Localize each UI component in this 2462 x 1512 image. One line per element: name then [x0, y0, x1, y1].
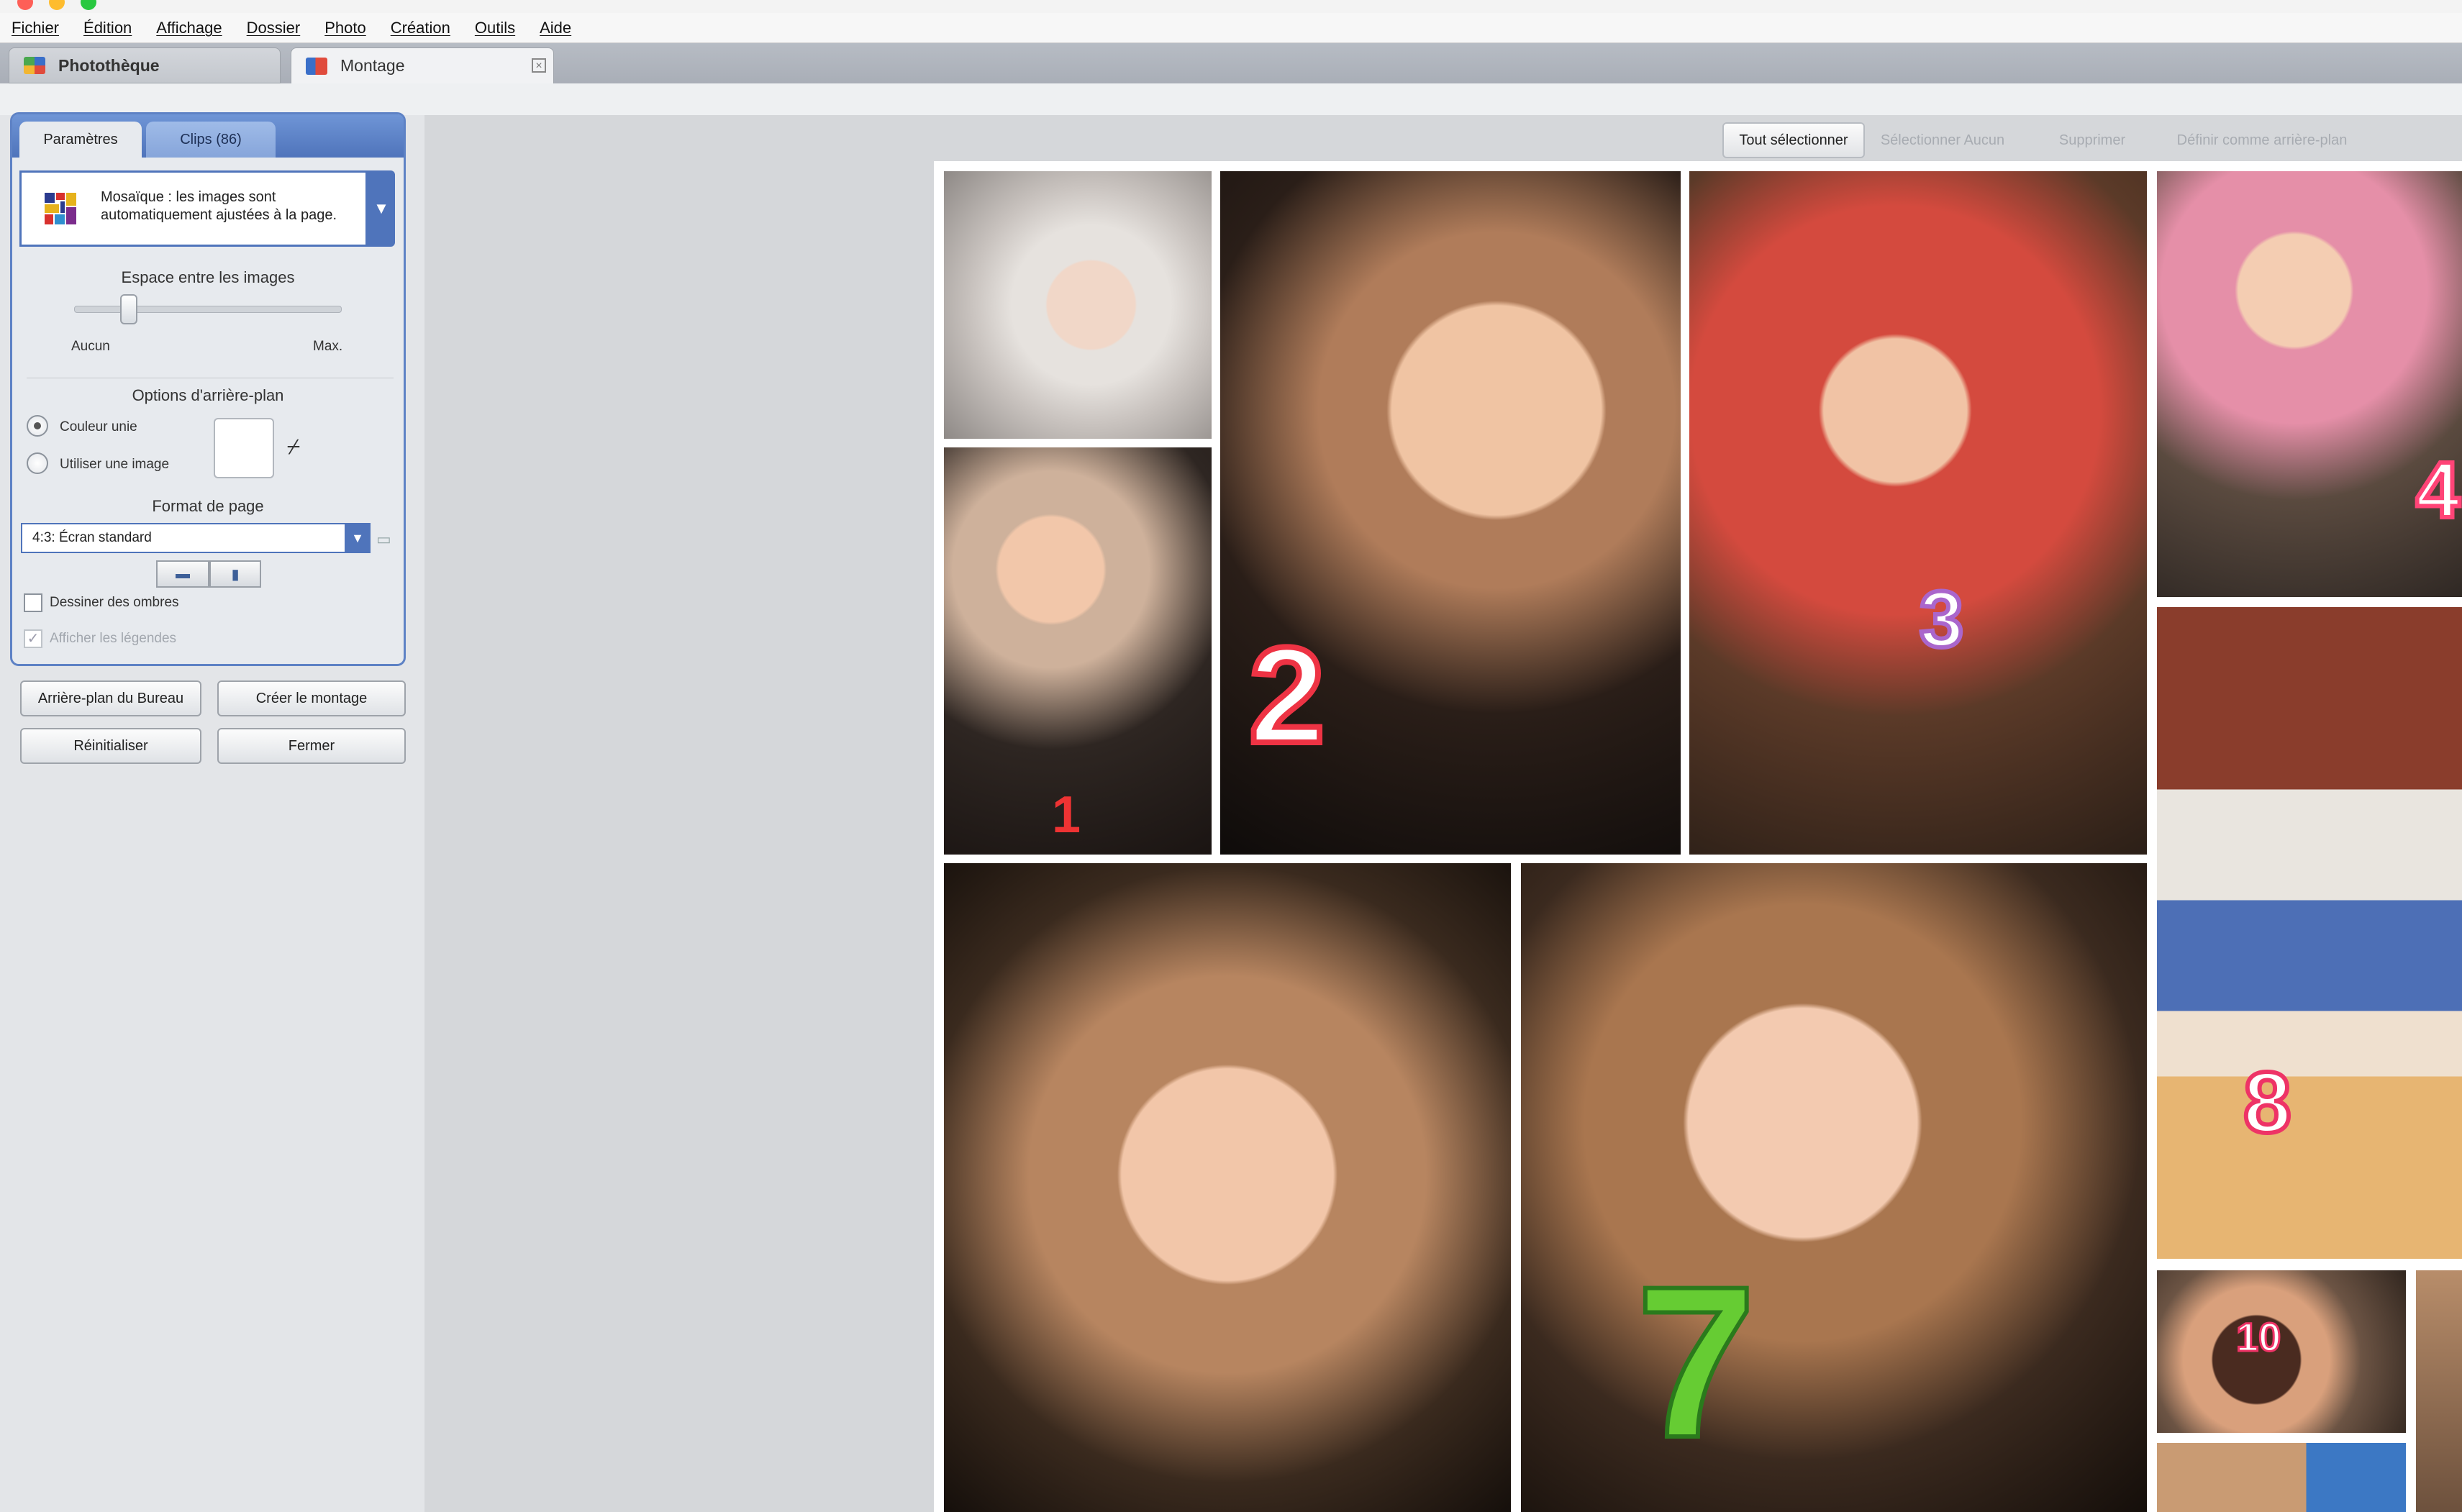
tab-close-icon[interactable]: ×: [532, 58, 546, 73]
photo-numeral: 1: [1052, 786, 1081, 844]
close-window-icon[interactable]: [17, 0, 33, 10]
photo-partial-right[interactable]: [2416, 1270, 2462, 1512]
desktop-background-button-label: Arrière-plan du Bureau: [37, 690, 184, 706]
photo-numeral: 10: [2235, 1313, 2281, 1361]
photo-girl-cake-3[interactable]: 3: [1689, 171, 2147, 855]
zoom-window-icon[interactable]: [81, 0, 96, 10]
photo-girl-10-cake[interactable]: 10: [2157, 1270, 2406, 1433]
draw-shadows-checkbox[interactable]: [24, 593, 42, 612]
spacing-slider-track[interactable]: [74, 306, 342, 313]
eyedropper-icon[interactable]: ⌿: [287, 435, 300, 460]
spacing-min-label: Aucun: [71, 339, 110, 354]
spacing-max-label: Max.: [313, 339, 343, 354]
menu-photo[interactable]: Photo: [324, 19, 366, 37]
photo-numeral: 4: [2414, 444, 2462, 537]
set-background-button[interactable]: Définir comme arrière-plan: [2168, 122, 2356, 158]
tab-clips[interactable]: Clips (86): [146, 122, 276, 158]
close-button-label: Fermer: [288, 737, 335, 754]
layout-style-description: Mosaïque : les images sont automatiqueme…: [101, 189, 337, 223]
photo-girl-pink-4[interactable]: 4: [2157, 171, 2462, 597]
orientation-landscape-button[interactable]: ▬: [156, 560, 209, 588]
tab-parametres-label: Paramètres: [43, 131, 118, 147]
photo-girl-cake-2[interactable]: 2: [1220, 171, 1681, 855]
photo-numeral: 7: [1634, 1239, 1758, 1485]
tab-montage-label: Montage: [340, 56, 405, 75]
menu-dossier[interactable]: Dossier: [247, 19, 301, 37]
montage-page[interactable]: 1 2 3 4 7 8 10: [934, 161, 2462, 1512]
select-none-button[interactable]: Sélectionner Aucun: [1869, 122, 2016, 158]
photo-partial[interactable]: [2157, 1443, 2406, 1512]
orientation-portrait-button[interactable]: ▮: [209, 560, 261, 588]
page-format-title: Format de page: [152, 497, 264, 515]
photo-numeral: 8: [2241, 1052, 2294, 1153]
photo-numeral: 3: [1917, 573, 1966, 666]
close-button[interactable]: Fermer: [217, 728, 406, 764]
page-format-dropdown-arrow[interactable]: ▼: [345, 523, 371, 553]
library-icon: [24, 57, 45, 74]
create-montage-button[interactable]: Créer le montage: [217, 680, 406, 716]
tab-phototheque-label: Photothèque: [58, 55, 160, 75]
tab-montage[interactable]: Montage ×: [291, 47, 554, 83]
menu-affichage[interactable]: Affichage: [156, 19, 222, 37]
photo-numeral: 2: [1246, 616, 1328, 775]
background-options-title: Options d'arrière-plan: [132, 386, 284, 404]
radio-solid-color[interactable]: [27, 415, 48, 437]
window-titlebar: [0, 0, 2462, 13]
portrait-icon: ▮: [231, 566, 240, 583]
tab-content-strip: [0, 83, 2462, 116]
custom-format-icon[interactable]: ▭: [376, 530, 391, 549]
layout-style-select[interactable]: Mosaïque : les images sont automatiqueme…: [19, 170, 368, 247]
menu-edition[interactable]: Édition: [83, 19, 132, 37]
photo-baby-and-dad[interactable]: 1: [944, 447, 1212, 855]
show-captions-checkbox: ✓: [24, 629, 42, 648]
radio-use-image[interactable]: [27, 452, 48, 474]
create-montage-button-label: Créer le montage: [255, 690, 368, 706]
delete-label: Supprimer: [2058, 132, 2126, 148]
menu-aide[interactable]: Aide: [540, 19, 571, 37]
menubar: Fichier Édition Affichage Dossier Photo …: [0, 13, 2462, 43]
set-background-label: Définir comme arrière-plan: [2176, 132, 2348, 148]
tab-parametres[interactable]: Paramètres: [19, 122, 142, 158]
tab-clips-label: Clips (86): [180, 131, 242, 147]
draw-shadows-label: Dessiner des ombres: [50, 595, 179, 610]
spacing-title: Espace entre les images: [121, 268, 295, 286]
photo-girl-8-heart-cake[interactable]: 8: [2157, 607, 2462, 1259]
select-all-label: Tout sélectionner: [1739, 132, 1848, 148]
spacing-slider-thumb[interactable]: [120, 294, 137, 324]
radio-solid-color-label: Couleur unie: [60, 419, 137, 434]
landscape-icon: ▬: [176, 565, 190, 582]
background-color-swatch[interactable]: [214, 418, 274, 478]
settings-panel: Paramètres Clips (86) Mosaïque : les ima…: [10, 112, 406, 666]
montage-icon: [306, 57, 327, 75]
page-format-select[interactable]: 4:3: Écran standard: [21, 523, 371, 553]
photo-newborn[interactable]: [944, 171, 1212, 439]
menu-fichier[interactable]: Fichier: [12, 19, 59, 37]
select-all-button[interactable]: Tout sélectionner: [1722, 122, 1865, 158]
radio-use-image-label: Utiliser une image: [60, 457, 170, 472]
menu-creation[interactable]: Création: [391, 19, 450, 37]
page-format-value: 4:3: Écran standard: [32, 530, 152, 545]
minimize-window-icon[interactable]: [49, 0, 65, 10]
photo-girl-closeup-left[interactable]: [944, 863, 1511, 1512]
delete-button[interactable]: Supprimer: [2020, 122, 2164, 158]
desktop-background-button[interactable]: Arrière-plan du Bureau: [20, 680, 201, 716]
tab-phototheque[interactable]: Photothèque: [9, 47, 281, 83]
photo-girl-7-dragon[interactable]: 7: [1521, 863, 2147, 1512]
mosaic-layout-icon: [45, 193, 76, 224]
show-captions-label: Afficher les légendes: [50, 631, 177, 646]
reset-button-label: Réinitialiser: [73, 737, 148, 754]
menu-outils[interactable]: Outils: [475, 19, 515, 37]
layout-style-dropdown-arrow[interactable]: ▼: [368, 170, 395, 247]
reset-button[interactable]: Réinitialiser: [20, 728, 201, 764]
document-tab-bar: Photothèque Montage ×: [0, 43, 2462, 83]
select-none-label: Sélectionner Aucun: [1880, 132, 2005, 148]
